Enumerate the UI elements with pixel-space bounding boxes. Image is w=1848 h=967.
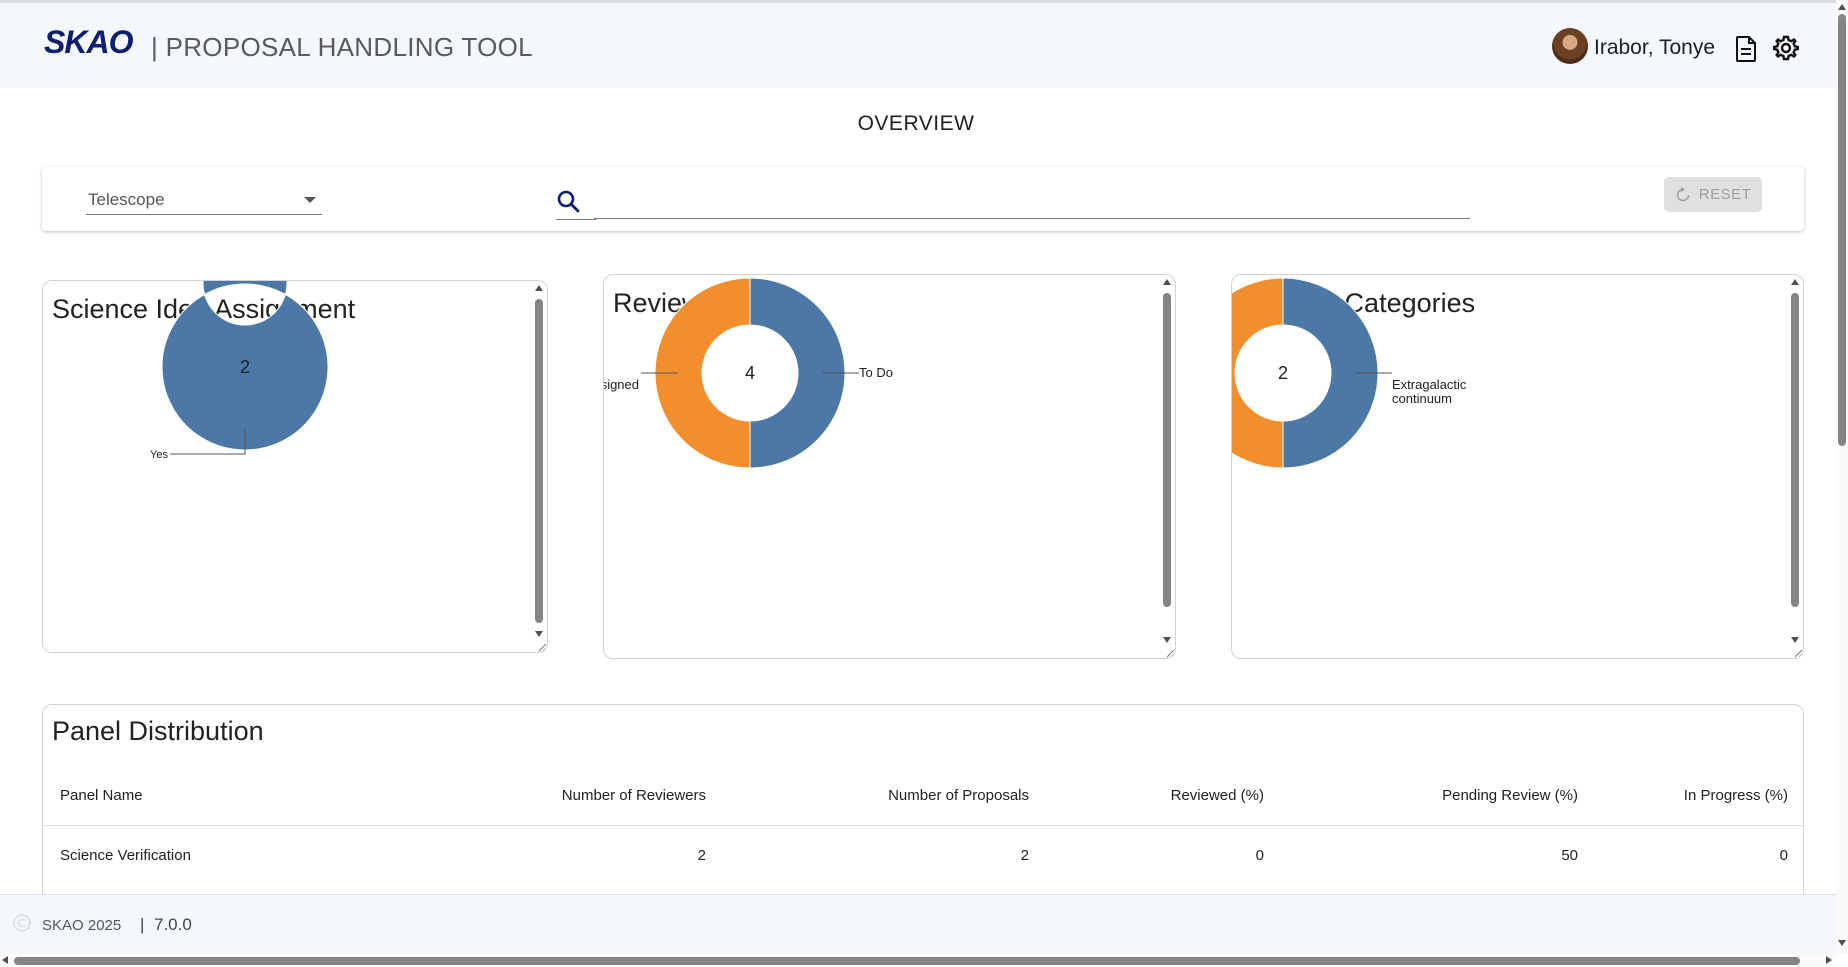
column-header[interactable]: In Progress (%) (1595, 767, 1803, 826)
card-scrollbar[interactable] (1789, 279, 1801, 647)
document-icon[interactable] (1735, 36, 1757, 62)
panel-distribution-title: Panel Distribution (52, 716, 264, 746)
card-scrollbar[interactable] (1161, 279, 1173, 647)
resize-grip-icon[interactable] (1793, 648, 1803, 658)
slice-label: Yes (150, 449, 168, 461)
chevron-down-icon (304, 197, 316, 203)
telescope-select[interactable]: Telescope (86, 183, 322, 215)
scroll-up-icon[interactable] (1838, 4, 1846, 10)
logo-text: SKAO (44, 23, 133, 60)
scroll-up-icon[interactable] (1791, 279, 1799, 285)
donut-slice (1232, 277, 1284, 469)
card-scrollbar[interactable] (533, 285, 545, 641)
footer-version: 7.0.0 (154, 915, 192, 934)
scrollbar-thumb[interactable] (535, 299, 543, 623)
scroll-down-icon[interactable] (535, 631, 543, 637)
column-header[interactable]: Pending Review (%) (1281, 767, 1595, 826)
reset-label: RESET (1698, 186, 1752, 203)
footer-separator: | (140, 915, 145, 934)
scroll-left-icon[interactable] (2, 956, 8, 964)
table-cell: Science Verification (60, 846, 191, 864)
scroll-down-icon[interactable] (1791, 637, 1799, 643)
scroll-up-icon[interactable] (535, 285, 543, 291)
slice-label: Unassigned (604, 377, 639, 392)
search-icon (557, 190, 580, 213)
scroll-up-icon[interactable] (1163, 279, 1171, 285)
app-root: SKAO | PROPOSAL HANDLING TOOL Irabor, To… (0, 0, 1848, 967)
header: SKAO | PROPOSAL HANDLING TOOL Irabor, To… (0, 3, 1836, 88)
science-idea-chart: 2 Yes (150, 281, 329, 461)
table-cell: 2 (1020, 846, 1029, 864)
panel-distribution-table: Panel Name Number of Reviewers Number of… (43, 767, 1803, 885)
copyright-icon (13, 914, 31, 932)
slice-label: To Do (859, 365, 893, 380)
scrollbar-thumb[interactable] (1838, 14, 1846, 446)
scroll-down-icon[interactable] (1838, 940, 1846, 946)
science-idea-card: Science Idea Assignment 2Yes (42, 280, 548, 653)
skao-logo[interactable]: SKAO (44, 23, 133, 61)
app-title: | PROPOSAL HANDLING TOOL (151, 32, 533, 62)
scrollbar-thumb[interactable] (1163, 293, 1171, 607)
reset-button[interactable]: RESET (1664, 177, 1762, 212)
footer-copyright: SKAO 2025 (42, 917, 122, 934)
slice-label: continuum (1392, 391, 1452, 406)
filter-bar: Telescope RESET (42, 167, 1804, 231)
slice-label: Extragalactic (1392, 377, 1467, 392)
donut-center-total: 2 (240, 357, 250, 377)
table-header-row: Panel Name Number of Reviewers Number of… (43, 767, 1803, 826)
search-input[interactable] (594, 179, 1470, 219)
table-cell: 50 (1561, 846, 1578, 864)
science-categories-chart: 2ExtragalacticcontinuumHIGalaxyscience (1232, 277, 1467, 469)
column-header[interactable]: Number of Proposals (723, 767, 1046, 826)
scrollbar-thumb[interactable] (1791, 293, 1799, 607)
review-status-chart: 4 To Do Unassigned (604, 277, 893, 469)
resize-grip-icon[interactable] (537, 642, 547, 652)
science-categories-card: Science Categories 2 Extragalactic continu… (1231, 274, 1804, 659)
telescope-select-label: Telescope (88, 190, 165, 209)
gear-icon[interactable] (1773, 35, 1799, 61)
review-status-card: Review Status 4To DoUnassigned (603, 274, 1176, 659)
user-avatar[interactable] (1552, 28, 1588, 64)
search-underline (556, 219, 596, 220)
reset-icon (1676, 186, 1690, 201)
table-cell: 0 (1255, 846, 1264, 864)
table-cell: 2 (697, 846, 706, 864)
column-header[interactable]: Panel Name (43, 767, 343, 826)
donut-center-total: 2 (1278, 363, 1288, 383)
scrollbar-thumb[interactable] (14, 957, 1800, 965)
user-name[interactable]: Irabor, Tonye (1594, 36, 1715, 60)
column-header[interactable]: Reviewed (%) (1046, 767, 1281, 826)
panel-distribution-card: Panel Distribution Panel Name Number of … (42, 704, 1804, 904)
scroll-down-icon[interactable] (1163, 637, 1171, 643)
donut-center-total: 4 (745, 363, 755, 383)
column-header[interactable]: Number of Reviewers (343, 767, 723, 826)
scroll-right-icon[interactable] (1826, 956, 1832, 964)
page-vertical-scrollbar[interactable] (1836, 0, 1848, 954)
footer: SKAO 2025 | 7.0.0 (0, 894, 1836, 954)
table-row[interactable]: Science Verification 2 2 0 50 0 (43, 825, 1803, 885)
page-horizontal-scrollbar[interactable] (0, 954, 1836, 967)
table-cell: 0 (1779, 846, 1788, 864)
resize-grip-icon[interactable] (1165, 648, 1175, 658)
page-title: OVERVIEW (857, 112, 975, 135)
